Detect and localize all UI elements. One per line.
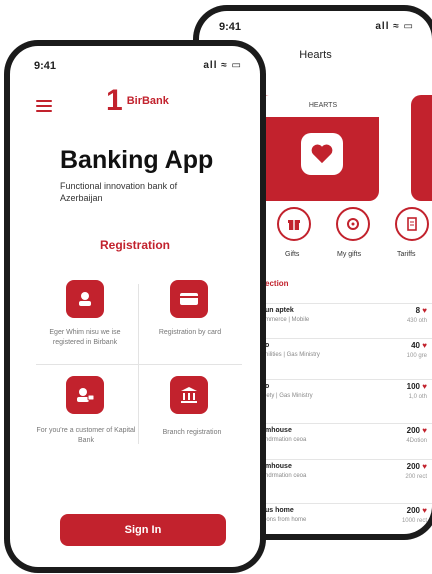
row-count: 100 gre [406, 353, 427, 359]
next-card[interactable] [411, 95, 432, 201]
option-label: Registration by card [158, 329, 222, 336]
row-name: mhouse [265, 463, 292, 470]
menu-icon[interactable] [36, 100, 52, 115]
hearts-card-tab: HEARTS [259, 95, 387, 117]
option-branch-registration[interactable] [170, 376, 208, 414]
page-title: Banking App [60, 146, 214, 174]
row-sub: nilities | Gas Ministry [265, 352, 320, 358]
transaction-row[interactable]: mhouse ndrmation ceoa 200 ♥ 200 rect [259, 459, 432, 484]
heart-small-icon: ♥ [422, 382, 427, 391]
option-label: Branch registration [162, 429, 222, 436]
registration-screen: 9:41 all ≈ ▭ 1 BirBank Banking App Funct… [10, 46, 260, 567]
tariffs-button[interactable] [395, 207, 429, 241]
logo: 1 BirBank [106, 86, 169, 116]
section-title: ection [265, 279, 289, 288]
tariffs-icon [407, 217, 417, 231]
sign-in-button[interactable]: Sign In [60, 514, 226, 546]
row-name: us home [265, 507, 294, 514]
status-bar: 9:41 all ≈ ▭ [219, 21, 414, 35]
user-icon [79, 292, 91, 306]
heart-small-icon: ♥ [422, 506, 427, 515]
row-count: 4Dotion [406, 438, 427, 444]
row-sub: ndrmation ceoa [265, 473, 307, 479]
tariffs-label: Tariffs [397, 251, 416, 258]
row-amount: 200 ♥ [406, 426, 427, 435]
row-amount: 200 ♥ [406, 506, 427, 515]
logo-text: BirBank [126, 95, 169, 107]
transaction-row[interactable]: mhouse ndrmation ceoa 200 ♥ 4Dotion [259, 423, 432, 448]
row-count: 1,0 oth [408, 394, 427, 400]
row-sub: iety | Gas Ministry [265, 393, 313, 399]
option-kapital-customer[interactable] [66, 376, 104, 414]
option-label: Eger Whim nisu we ise registered in Birb… [49, 329, 121, 346]
front-phone: 9:41 all ≈ ▭ 1 BirBank Banking App Funct… [4, 40, 266, 573]
divider-horizontal [36, 364, 242, 365]
status-time: 9:41 [219, 21, 242, 33]
row-name: mhouse [265, 427, 292, 434]
row-amount: 100 ♥ [406, 382, 427, 391]
registration-heading: Registration [99, 238, 170, 252]
gifts-label: Gifts [285, 251, 300, 258]
transaction-row[interactable]: un aptek mmerce | Mobile 8 ♥ 430 oth [259, 303, 432, 328]
my-gifts-icon [347, 218, 359, 230]
row-count: 430 oth [406, 318, 427, 324]
heart-small-icon: ♥ [422, 341, 427, 350]
bank-icon [181, 387, 197, 403]
gift-icon [288, 220, 300, 230]
card-icon [180, 293, 198, 305]
status-time: 9:41 [34, 60, 57, 72]
row-amount: 40 ♥ [411, 341, 427, 350]
heart-icon [301, 133, 343, 175]
status-bar: 9:41 all ≈ ▭ [34, 60, 242, 74]
logo-mark: 1 [106, 84, 123, 117]
option-register-card[interactable] [170, 280, 208, 318]
row-sub: ions from home [265, 517, 307, 523]
row-sub: ndrmation ceoa [265, 437, 307, 443]
customer-icon [77, 388, 95, 402]
status-signal: all ≈ ▭ [203, 60, 242, 71]
transaction-row[interactable]: us home ions from home 200 ♥ 1000 rect [259, 503, 432, 528]
my-gifts-button[interactable] [336, 207, 370, 241]
status-signal: all ≈ ▭ [375, 21, 414, 32]
my-gifts-label: My gifts [337, 251, 362, 258]
row-amount: 200 ♥ [406, 462, 427, 471]
option-label: For you're a customer of Kapital Bank [36, 427, 136, 444]
option-birbank-user[interactable] [66, 280, 104, 318]
row-count: 1000 rect [401, 518, 427, 524]
heart-small-icon: ♥ [422, 306, 427, 315]
row-count: 200 rect [405, 474, 427, 480]
row-amount: 8 ♥ [415, 306, 427, 315]
gifts-button[interactable] [277, 207, 311, 241]
transaction-row[interactable]: o nilities | Gas Ministry 40 ♥ 100 gre [259, 338, 432, 363]
transaction-row[interactable]: o iety | Gas Ministry 100 ♥ 1,0 oth [259, 379, 432, 404]
row-name: un aptek [265, 307, 294, 314]
heart-small-icon: ♥ [422, 426, 427, 435]
heart-small-icon: ♥ [422, 462, 427, 471]
page-description: Functional innovation bank of Azerbaijan [60, 181, 178, 203]
row-sub: mmerce | Mobile [265, 317, 310, 323]
